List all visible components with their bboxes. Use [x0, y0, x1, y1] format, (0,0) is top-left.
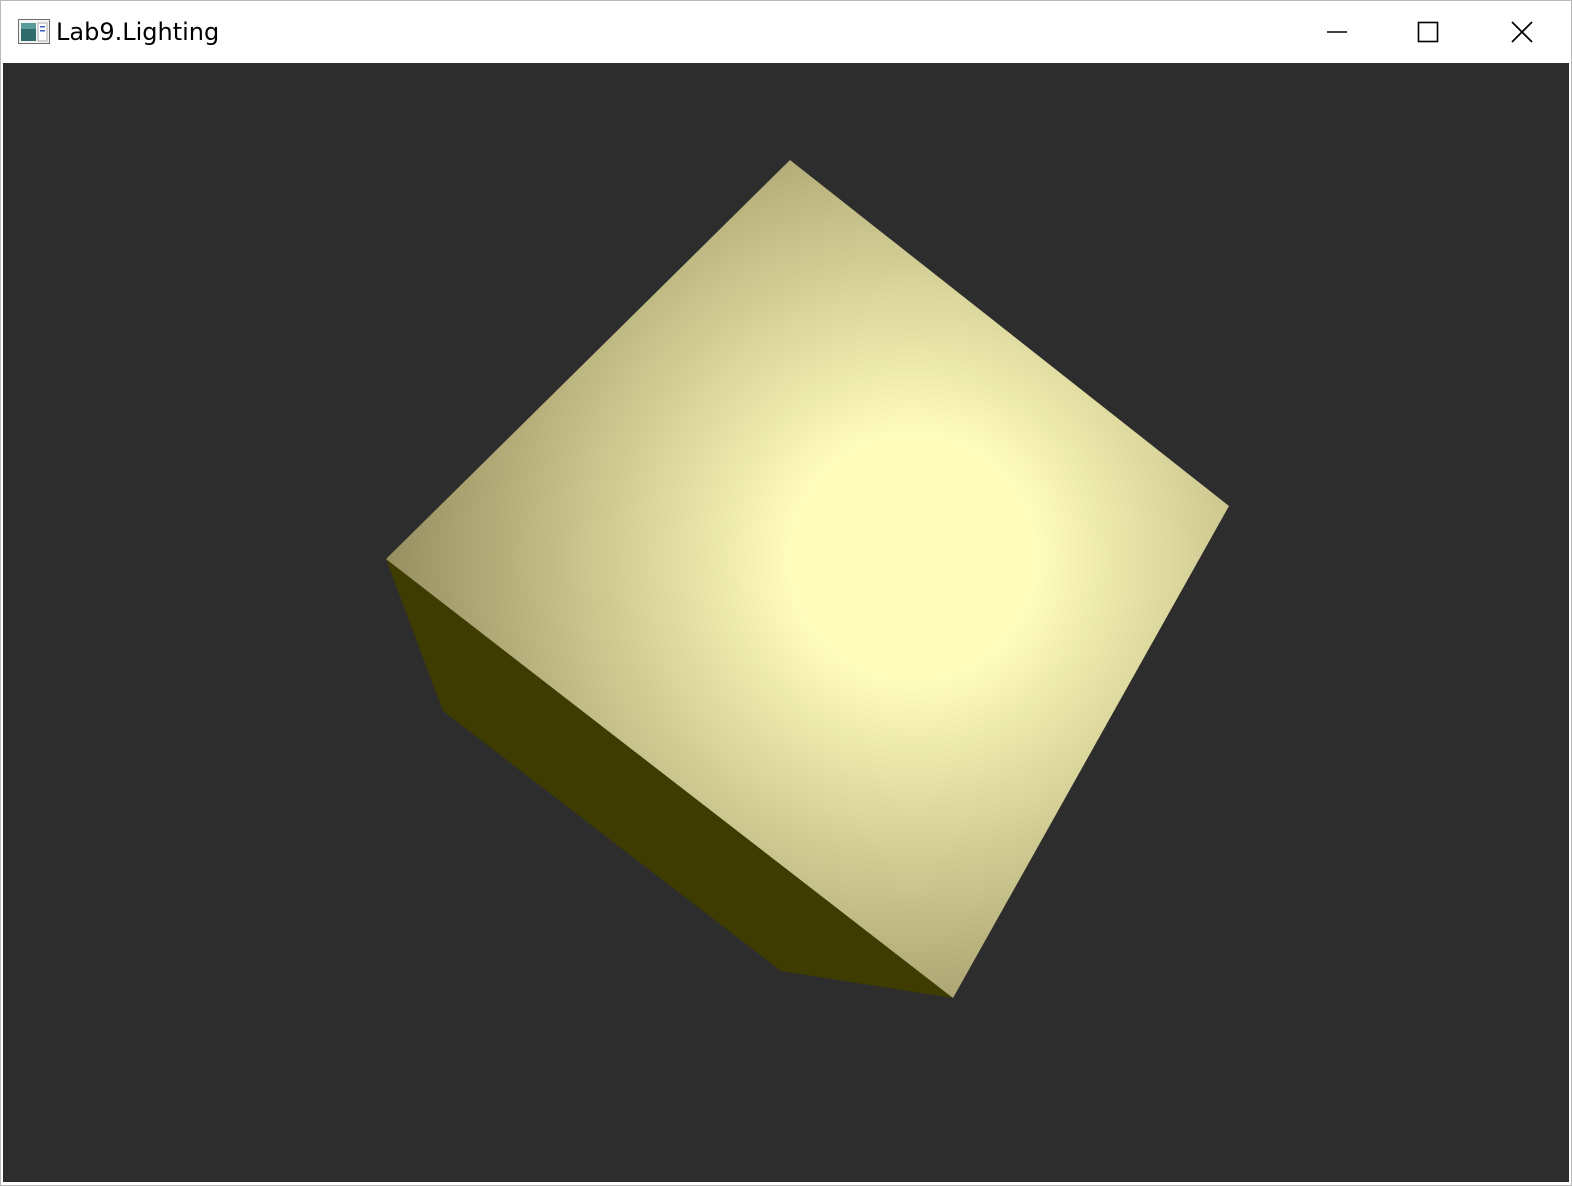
lit-cube [386, 160, 1229, 998]
close-button[interactable] [1473, 1, 1571, 62]
application-window: Lab9.Lighting [0, 0, 1572, 1186]
close-icon [1511, 20, 1533, 43]
window-title: Lab9.Lighting [56, 18, 220, 46]
cube-lit-face [386, 160, 1229, 998]
application-window-icon[interactable] [18, 19, 50, 44]
render-viewport[interactable] [3, 63, 1569, 1182]
maximize-icon [1417, 21, 1439, 42]
minimize-icon [1327, 30, 1347, 33]
title-bar[interactable]: Lab9.Lighting [1, 1, 1571, 62]
maximize-button[interactable] [1382, 1, 1474, 62]
minimize-button[interactable] [1291, 1, 1383, 62]
